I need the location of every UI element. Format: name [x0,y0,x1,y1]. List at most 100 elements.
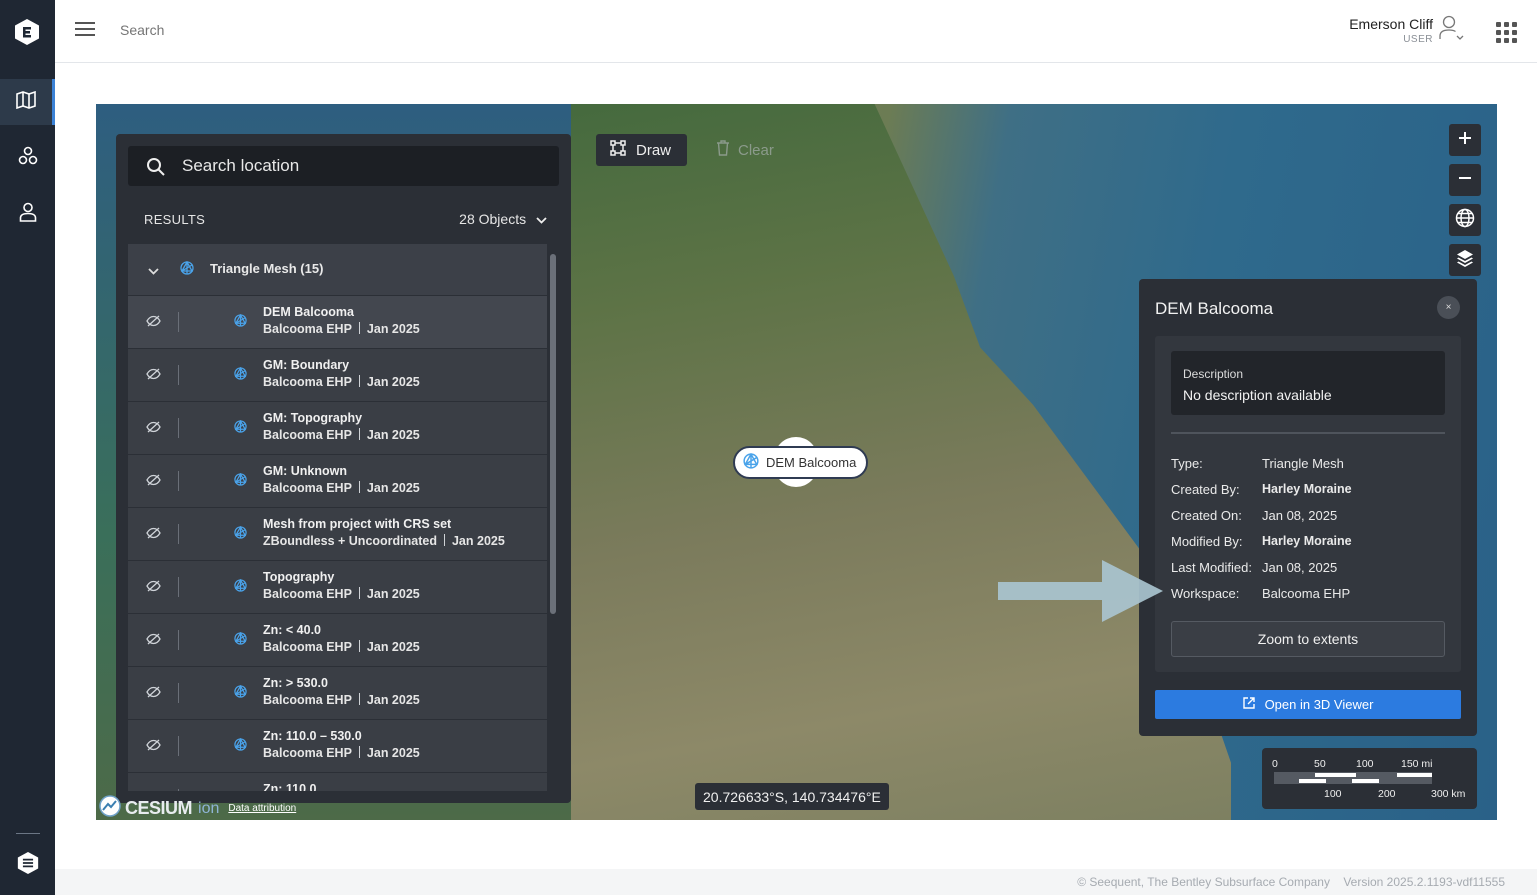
visibility-off-icon[interactable] [146,314,161,332]
objects-count-dropdown[interactable]: 28 Objects [459,211,547,227]
apps-grid-icon[interactable] [1496,22,1517,43]
item-title: GM: Boundary [263,358,350,372]
item-title: DEM Balcooma [263,305,354,319]
list-item[interactable]: GM: Unknown Balcooma EHP Jan 2025 [128,455,547,508]
item-workspace: Balcooma EHP [263,481,352,495]
location-search[interactable] [128,146,559,186]
item-date: Jan 2025 [366,693,420,707]
property-value: Harley Moraine [1262,482,1352,496]
property-key: Created On: [1171,508,1242,523]
property-key: Type: [1171,456,1203,471]
item-title: Zn: 110.0 – 530.0 [263,729,362,743]
data-attribution-link[interactable]: Data attribution [228,803,296,814]
item-workspace: Balcooma EHP [263,587,352,601]
property-row: Created By: Harley Moraine [1171,482,1352,497]
description-label: Description [1183,367,1244,381]
list-item[interactable]: GM: Boundary Balcooma EHP Jan 2025 [128,349,547,402]
app-logo[interactable] [14,18,40,46]
triangle-mesh-icon [180,260,194,280]
meta-separator [358,587,360,599]
item-workspace: Balcooma EHP [263,322,352,336]
visibility-off-icon[interactable] [146,526,161,544]
scale-ruler-icon [1274,772,1432,784]
visibility-off-icon[interactable] [146,579,161,597]
zoom-in-button[interactable] [1449,124,1481,156]
visibility-off-icon[interactable] [146,738,161,756]
group-triangle-mesh[interactable]: Triangle Mesh (15) [128,244,547,296]
location-search-input[interactable] [182,156,542,176]
visibility-off-icon[interactable] [146,473,161,491]
triangle-mesh-icon [234,419,247,438]
property-value: Jan 08, 2025 [1262,560,1338,575]
item-workspace: Balcooma EHP [263,640,352,654]
visibility-off-icon[interactable] [146,367,161,385]
triangle-mesh-icon [743,452,759,472]
copyright: © Seequent, The Bentley Subsurface Compa… [1077,875,1330,889]
globe-button[interactable] [1449,204,1481,236]
cesium-logo-icon [99,795,121,822]
triangle-mesh-icon [234,472,247,491]
list-item[interactable]: Zn: 110.0 – 530.0 Balcooma EHP Jan 2025 [128,720,547,773]
results-label: RESULTS [144,212,206,227]
objects-count-label: 28 Objects [459,211,527,227]
nav-objects[interactable] [0,135,55,181]
clear-label: Clear [738,141,774,159]
results-list: Triangle Mesh (15) DEM Balcooma Balcooma … [128,244,547,791]
item-meta: Balcooma EHP Jan 2025 [263,587,420,601]
globe-icon [1455,208,1475,233]
description-box: Description No description available [1171,351,1445,415]
scrollbar-thumb[interactable] [550,254,556,614]
item-meta: Balcooma EHP Jan 2025 [263,640,420,654]
property-value: Balcooma EHP [1262,586,1351,601]
header-search-input[interactable] [120,22,420,38]
visibility-off-icon[interactable] [146,420,161,438]
divider [178,418,179,438]
list-item[interactable]: Topography Balcooma EHP Jan 2025 [128,561,547,614]
divider [178,683,179,703]
open-3d-viewer-button[interactable]: Open in 3D Viewer [1155,690,1461,719]
meta-separator [358,693,360,705]
zoom-out-button[interactable] [1449,164,1481,196]
map-marker[interactable]: DEM Balcooma [733,446,869,479]
layers-button[interactable] [1449,244,1481,276]
item-date: Jan 2025 [366,640,420,654]
meta-separator [443,534,445,546]
nav-account[interactable] [0,191,55,237]
property-value: Harley Moraine [1262,534,1352,548]
triangle-mesh-icon [234,684,247,703]
triangle-mesh-icon [234,313,247,332]
results-scrollbar[interactable] [549,244,557,792]
user-menu-icon[interactable] [1439,14,1465,47]
close-button[interactable]: × [1437,296,1460,319]
scale-km-300: 300 km [1431,788,1466,800]
arrow-annotation-icon [998,560,1163,627]
zoom-out-icon [1458,171,1472,190]
divider [178,471,179,491]
top-header: Emerson Cliff USER [55,0,1537,63]
item-date: Jan 2025 [366,746,420,760]
chevron-down-icon[interactable] [148,262,159,280]
seequent-logo [17,851,39,880]
list-item[interactable]: Mesh from project with CRS set ZBoundless… [128,508,547,561]
zoom-to-extents-button[interactable]: Zoom to extents [1171,621,1445,657]
list-item[interactable]: GM: Topography Balcooma EHP Jan 2025 [128,402,547,455]
list-item[interactable]: Zn: 110.0 [128,773,547,791]
property-row: Modified By: Harley Moraine [1171,534,1352,549]
draw-button[interactable]: Draw [596,134,687,166]
clear-button[interactable]: Clear [716,140,774,160]
meta-separator [358,481,360,493]
external-link-icon [1242,697,1255,712]
divider [178,630,179,650]
layers-icon [1456,249,1474,272]
nav-map[interactable] [0,79,55,125]
search-icon [146,157,166,182]
visibility-off-icon[interactable] [146,632,161,650]
menu-icon[interactable] [75,22,95,38]
list-item[interactable]: DEM Balcooma Balcooma EHP Jan 2025 [128,296,547,349]
property-value: Triangle Mesh [1262,456,1344,471]
property-row: Last Modified: Jan 08, 2025 [1171,560,1337,575]
item-meta: Balcooma EHP Jan 2025 [263,481,420,495]
list-item[interactable]: Zn: < 40.0 Balcooma EHP Jan 2025 [128,614,547,667]
visibility-off-icon[interactable] [146,685,161,703]
list-item[interactable]: Zn: > 530.0 Balcooma EHP Jan 2025 [128,667,547,720]
